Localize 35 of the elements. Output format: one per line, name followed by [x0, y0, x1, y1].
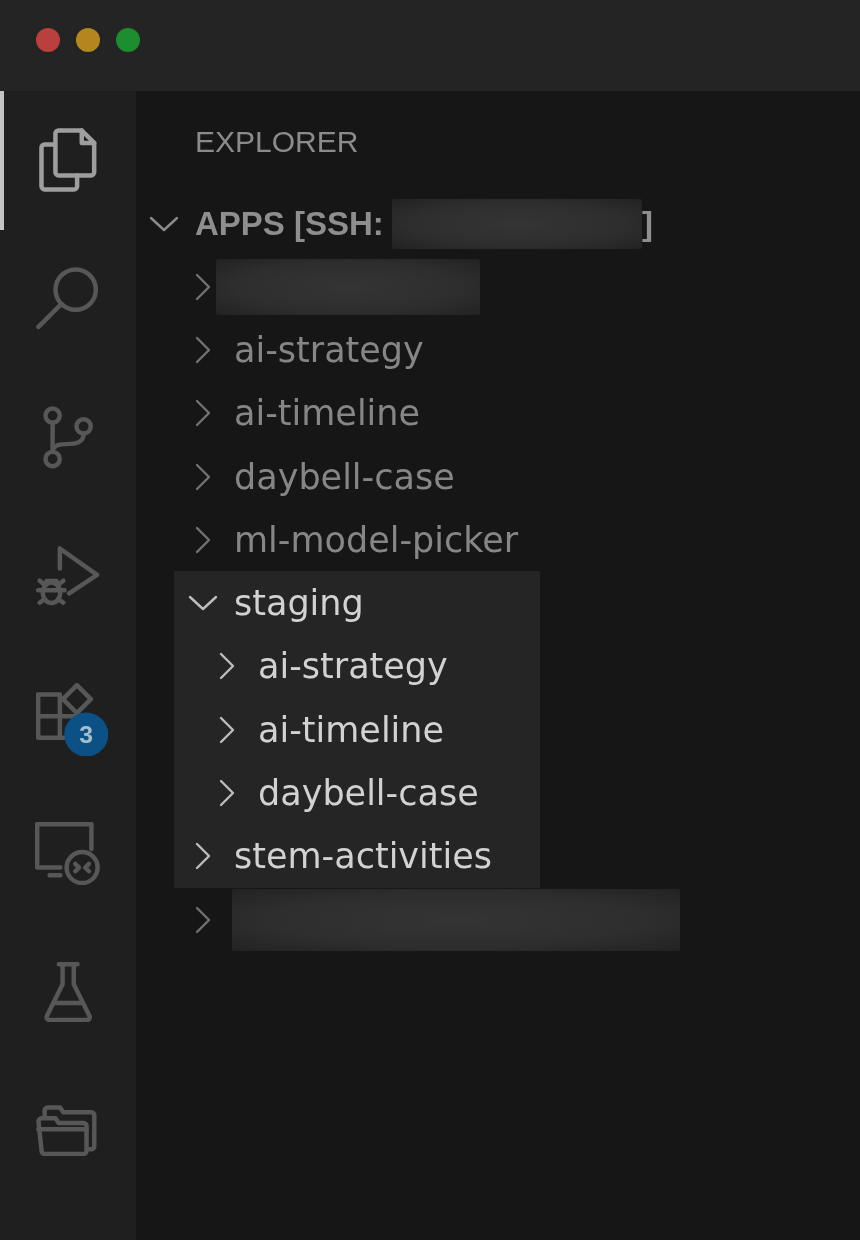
chevron-right-icon[interactable]	[195, 842, 211, 871]
bug-play-icon[interactable]	[36, 546, 100, 607]
monitor-icon[interactable]	[35, 821, 101, 885]
search-icon[interactable]	[36, 266, 100, 331]
flask-icon[interactable]	[43, 961, 93, 1022]
close-button[interactable]	[36, 28, 60, 52]
notification-badge: 3	[64, 712, 109, 757]
section-title[interactable]: APPS [SSH:	[195, 204, 384, 243]
chevron-right-icon[interactable]	[219, 779, 235, 807]
chevron-right-icon[interactable]	[219, 652, 235, 681]
chevron-right-icon[interactable]	[195, 525, 211, 554]
chevron-down-icon[interactable]	[188, 595, 218, 612]
chevron-right-icon[interactable]	[219, 715, 235, 744]
folder-item[interactable]: ml-model-picker	[174, 508, 535, 572]
folder-item[interactable]: daybell-case	[174, 761, 540, 825]
folder-item[interactable]: stem-activities	[174, 824, 540, 888]
chevron-right-icon[interactable]	[195, 399, 211, 428]
folder-item[interactable]: ai-strategy	[174, 318, 440, 382]
minimize-button[interactable]	[76, 28, 100, 52]
chevron-right-icon[interactable]	[195, 462, 211, 491]
chevron-right-icon[interactable]	[195, 905, 211, 934]
files-icon[interactable]	[39, 128, 97, 193]
bracket-text: ]	[641, 204, 653, 243]
chevron-right-icon[interactable]	[195, 272, 211, 301]
folder-item[interactable]: ai-timeline	[174, 698, 540, 762]
folder-item[interactable]: daybell-case	[174, 444, 471, 509]
chevron-down-icon[interactable]	[149, 215, 179, 232]
folder-item[interactable]: ai-strategy	[174, 634, 540, 699]
branch-icon[interactable]	[42, 406, 94, 469]
folders-icon[interactable]	[36, 1104, 100, 1157]
folder-item[interactable]: ai-timeline	[174, 381, 437, 445]
zoom-button[interactable]	[116, 28, 140, 52]
panel-title: EXPLORER	[195, 124, 359, 159]
chevron-right-icon[interactable]	[195, 335, 211, 364]
folder-item[interactable]: staging	[174, 571, 540, 635]
